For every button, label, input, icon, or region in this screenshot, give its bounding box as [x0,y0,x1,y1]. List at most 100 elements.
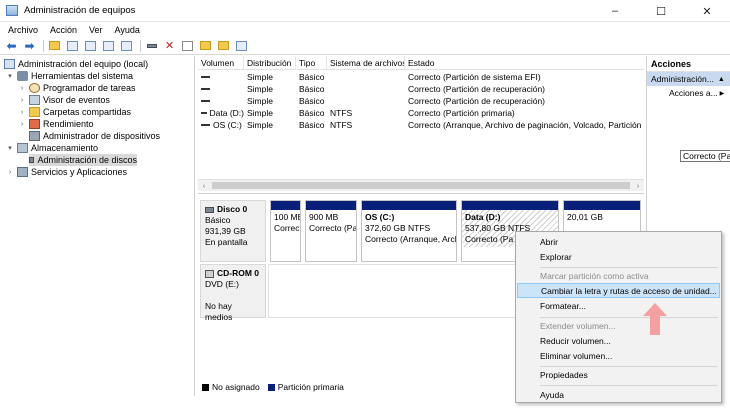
up-folder-icon[interactable] [47,39,62,53]
navigation-tree: Administración del equipo (local) ▾ Herr… [0,56,195,396]
device-manager-icon [29,131,40,141]
expand-chevron-icon[interactable]: › [18,97,26,104]
disk-icon [205,206,214,213]
partition-bar [362,201,456,210]
tree-item-device-manager[interactable]: Administrador de dispositivos [29,130,160,142]
tree-item-label: Visor de eventos [43,95,110,105]
volume-cell: Data (D:) [198,108,244,118]
status-cell: Correcto (Arranque, Archivo de paginació… [408,120,644,130]
check-icon[interactable] [180,39,195,53]
menu-ver[interactable]: Ver [89,25,103,35]
submenu-arrow-icon: ▶ [719,90,725,97]
table-row[interactable]: Simple Básico Correcto (Partición de sis… [198,71,644,83]
partition-bar [462,201,558,210]
collapse-arrow-icon[interactable]: ▲ [718,76,725,83]
delete-icon[interactable]: ✕ [162,39,177,53]
expand-chevron-icon[interactable]: ▾ [6,144,14,152]
minimize-button[interactable]: – [592,0,638,22]
expand-chevron-icon[interactable]: › [18,121,26,128]
connect-icon[interactable] [144,39,159,53]
computer-icon [4,59,15,69]
expand-chevron-icon[interactable]: › [6,169,14,176]
tree-item-storage[interactable]: ▾ Almacenamiento [6,142,98,154]
volume-list-header: Volumen Distribución Tipo Sistema de arc… [198,56,644,70]
event-log-icon [29,95,40,105]
window-title: Administración de equipos [24,5,136,16]
tree-item-label: Rendimiento [43,119,94,129]
volume-icon [201,112,207,114]
tree-item-computer-management[interactable]: Administración del equipo (local) [4,58,148,70]
list-view-icon[interactable] [234,39,249,53]
tree-item-event-viewer[interactable]: › Visor de eventos [18,94,110,106]
actions-section-disk-management[interactable]: Administración... ▲ [647,72,730,86]
menu-archivo[interactable]: Archivo [8,25,38,35]
close-button[interactable]: ✕ [684,0,730,22]
help-icon[interactable] [101,39,116,53]
scrollbar-thumb[interactable] [212,182,630,189]
layout-cell: Simple [247,108,273,118]
menu-ayuda[interactable]: Ayuda [115,25,140,35]
partition-os-c[interactable]: OS (C:) 372,60 GB NTFS Correcto (Arranqu… [361,200,457,262]
tree-item-shared-folders[interactable]: › Carpetas compartidas [18,106,131,118]
column-header-volume[interactable]: Volumen [198,56,244,70]
volume-icon [201,76,210,78]
menu-accion[interactable]: Acción [50,25,77,35]
rescan-icon[interactable] [216,39,231,53]
legend-unallocated: No asignado [212,382,260,392]
more-actions-item[interactable]: Acciones a... ▶ [647,86,730,100]
menu-item-change-drive-letter[interactable]: Cambiar la letra y rutas de acceso de un… [517,283,720,298]
scroll-left-icon[interactable]: ‹ [198,180,210,192]
horizontal-scrollbar[interactable]: ‹ › [198,179,644,191]
menu-item-format[interactable]: Formatear... [517,298,720,313]
table-row[interactable]: OS (C:) Simple Básico NTFS Correcto (Arr… [198,119,644,131]
disk-size: 931,39 GB [205,226,246,236]
partition-body: 20,01 GB [564,210,640,225]
partition-status: Correcto (Pa [309,223,356,233]
menu-item-delete-volume[interactable]: Eliminar volumen... [517,348,720,363]
column-header-layout[interactable]: Distribución [244,56,296,70]
menu-item-help[interactable]: Ayuda [517,387,720,402]
tree-item-disk-management[interactable]: Administración de discos [29,154,137,166]
menu-item-explore[interactable]: Explorar [517,249,720,264]
expand-chevron-icon[interactable]: › [18,85,26,92]
tree-item-task-scheduler[interactable]: › Programador de tareas [18,82,136,94]
volume-cell [198,76,244,78]
cdrom-0-label[interactable]: CD-ROM 0 DVD (E:) No hay medios [200,264,266,322]
menu-item-mark-active: Marcar partición como activa [540,270,649,281]
tree-item-performance[interactable]: › Rendimiento [18,118,94,130]
partition-size: 900 MB [309,212,339,222]
column-header-status[interactable]: Estado [405,56,644,70]
menu-item-open[interactable]: Abrir [517,234,720,249]
view-icon[interactable] [119,39,134,53]
maximize-button[interactable]: ☐ [638,0,684,22]
tree-item-label: Administrador de dispositivos [43,131,161,141]
tree-item-system-tools[interactable]: ▾ Herramientas del sistema [6,70,133,82]
expand-chevron-icon[interactable]: ▾ [6,72,14,80]
column-header-filesystem[interactable]: Sistema de archivos [327,56,405,70]
table-row[interactable]: Data (D:) Simple Básico NTFS Correcto (P… [198,107,644,119]
back-arrow-icon[interactable]: ⬅ [4,39,19,53]
expand-chevron-icon[interactable]: › [18,109,26,116]
partition-efi[interactable]: 100 ME Correcto [270,200,301,262]
column-header-type[interactable]: Tipo [296,56,327,70]
table-row[interactable]: Simple Básico Correcto (Partición de rec… [198,95,644,107]
table-row[interactable]: Simple Básico Correcto (Partición de rec… [198,83,644,95]
toolbar-separator [43,39,44,52]
forward-arrow-icon[interactable]: ➡ [22,39,37,53]
legend-swatch-unallocated [202,383,209,391]
volume-icon [201,124,210,126]
volume-cell [198,100,244,102]
menu-item-shrink-volume[interactable]: Reducir volumen... [517,333,720,348]
menu-item-properties[interactable]: Propiedades [517,367,720,382]
disk-0-label[interactable]: Disco 0 Básico 931,39 GB En pantalla [200,200,266,262]
scroll-right-icon[interactable]: › [632,180,644,192]
folder-icon[interactable] [198,39,213,53]
properties-icon[interactable] [83,39,98,53]
partition-body: 900 MB Correcto (Pa [306,210,356,236]
cdrom-name-row: CD-ROM 0 [205,268,261,279]
tree-item-services-applications[interactable]: › Servicios y Aplicaciones [6,166,127,178]
partition-recovery[interactable]: 900 MB Correcto (Pa [305,200,357,262]
partition-title: OS (C:) [365,212,395,222]
show-tree-icon[interactable] [65,39,80,53]
menu-item-extend-volume: Extender volumen... [540,320,616,331]
